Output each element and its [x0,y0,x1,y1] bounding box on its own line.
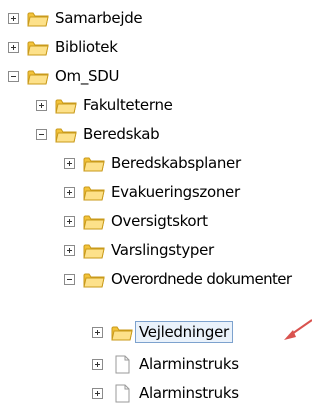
pointer-arrow-icon [284,319,312,340]
folder-tree: Samarbejde Bibliotek Om_SDU Fakulteterne… [0,0,312,408]
